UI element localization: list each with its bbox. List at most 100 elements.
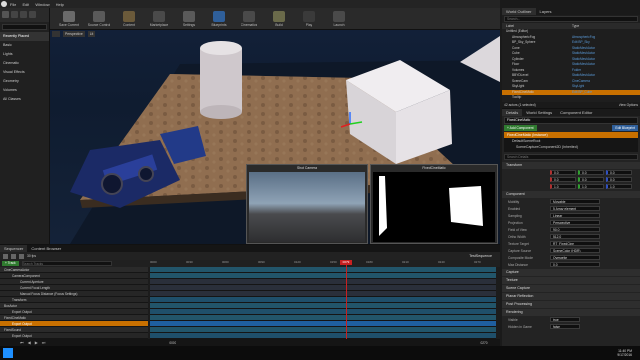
tab-world-outliner[interactable]: World Outliner xyxy=(502,8,536,15)
details-section-header[interactable]: Capture xyxy=(502,269,640,276)
modes-panel: Recently Placed Basic Lights Cinematic Visu… xyxy=(0,8,50,244)
modes-category[interactable]: Cinematic xyxy=(0,59,49,68)
col-type: Type xyxy=(572,24,580,28)
tab-content-browser[interactable]: Content Browser xyxy=(27,245,65,252)
modes-category[interactable]: All Classes xyxy=(0,95,49,104)
property-value[interactable]: true xyxy=(550,317,580,322)
toolbar-button[interactable]: Source Control xyxy=(88,10,110,29)
time-in[interactable]: 0000 xyxy=(169,341,176,345)
left-panel-header[interactable]: Recently Placed xyxy=(0,32,49,41)
property-value[interactable]: Perspective xyxy=(550,220,600,225)
details-section-header[interactable]: Texture xyxy=(502,277,640,284)
menu-window[interactable]: Window xyxy=(35,2,49,7)
property-value[interactable]: Overwrite xyxy=(550,255,600,260)
property-value[interactable]: Linear xyxy=(550,213,600,218)
toolbar-button[interactable]: Marketplace xyxy=(148,10,170,29)
component-item[interactable]: SceneCaptureComponent2D (Inherited) xyxy=(504,144,638,150)
paint-mode-icon[interactable] xyxy=(11,11,18,18)
transform-location-field[interactable]: 0.0 xyxy=(606,170,632,175)
playhead-label[interactable]: 0079 xyxy=(340,260,352,265)
transform-scale-field[interactable]: 1.0 xyxy=(550,184,576,189)
transform-scale-field[interactable]: 1.0 xyxy=(578,184,604,189)
tab-details[interactable]: Details xyxy=(502,109,523,116)
place-mode-icon[interactable] xyxy=(2,11,9,18)
property-value[interactable]: Movable xyxy=(550,199,600,204)
transform-rotation-field[interactable]: 0.0 xyxy=(606,177,632,182)
tab-world-settings[interactable]: World Settings xyxy=(522,109,556,116)
skip-forward-icon[interactable]: ⏭ xyxy=(42,340,46,345)
sequencer-tabs: Sequencer Content Browser xyxy=(0,245,500,252)
skip-back-icon[interactable]: ⏮ xyxy=(20,340,24,345)
tab-component-editor[interactable]: Component Editor xyxy=(556,109,596,116)
property-value[interactable]: false xyxy=(550,324,580,329)
edit-blueprint-button[interactable]: Edit Blueprint xyxy=(612,125,638,131)
step-back-icon[interactable]: ◀ xyxy=(28,340,31,345)
actor-name-field[interactable]: FixedCineMatic xyxy=(504,117,638,124)
toolbar-button-label: Marketplace xyxy=(149,23,169,27)
time-ruler[interactable]: 0000 0030 0060 0090 0120 0150 0180 0210 0240 0270 xyxy=(150,260,496,267)
source-control-icon xyxy=(93,11,105,22)
property-value[interactable]: RT_FixedCine xyxy=(550,241,600,246)
outliner-row-type: Edit BP_Cube xyxy=(572,89,593,94)
menu-help[interactable]: Help xyxy=(56,2,64,7)
modes-category[interactable]: Geometry xyxy=(0,77,49,86)
outliner-row[interactable]: Tooltip xyxy=(502,95,640,101)
toolbar-button[interactable]: Build xyxy=(268,10,290,29)
toolbar-button[interactable]: Blueprints xyxy=(208,10,230,29)
level-viewport[interactable]: Perspective Lit Shot Camera FixedCineMat… xyxy=(50,30,500,244)
transform-location-field[interactable]: 0.0 xyxy=(578,170,604,175)
component-section[interactable]: Component xyxy=(502,191,640,198)
tab-sequencer[interactable]: Sequencer xyxy=(0,245,28,252)
taskbar-clock[interactable]: 11:40 PM 9/17/2016 xyxy=(617,349,640,357)
details-section-header[interactable]: Planar Reflection xyxy=(502,293,640,300)
fps-dropdown[interactable]: 30 fps xyxy=(27,254,36,258)
property-value[interactable]: 5 Array element xyxy=(550,206,600,211)
toolbar-button[interactable]: Content xyxy=(118,10,140,29)
property-value[interactable]: 90.0 xyxy=(550,227,600,232)
snap-icon[interactable] xyxy=(11,253,16,259)
toolbar-button[interactable]: Cinematics xyxy=(238,10,260,29)
add-track-button[interactable]: + Track xyxy=(2,261,19,266)
property-row: Texture Target RT_FixedCine xyxy=(502,240,640,247)
property-value[interactable]: SceneColor (HDR) xyxy=(550,248,600,253)
track-filter[interactable] xyxy=(21,261,112,266)
toolbar-button[interactable]: Launch xyxy=(328,10,350,29)
landscape-mode-icon[interactable] xyxy=(20,11,27,18)
details-section-header[interactable]: Post Processing xyxy=(502,301,640,308)
play-icon[interactable]: ▶ xyxy=(35,340,38,345)
property-value[interactable]: 0.0 xyxy=(550,262,600,267)
modes-category[interactable]: Lights xyxy=(0,50,49,59)
tab-layers[interactable]: Layers xyxy=(536,8,556,15)
save-sequence-icon[interactable] xyxy=(3,253,8,259)
perspective-button[interactable]: Perspective xyxy=(63,31,85,37)
modes-category[interactable]: Volumes xyxy=(0,86,49,95)
details-section-header[interactable]: Scene Capture xyxy=(502,285,640,292)
toolbar-button[interactable]: Play xyxy=(298,10,320,29)
transform-rotation-field[interactable]: 0.0 xyxy=(550,177,576,182)
menu-edit[interactable]: Edit xyxy=(22,2,29,7)
transform-scale-field[interactable]: 1.0 xyxy=(606,184,632,189)
property-row: Projection Perspective xyxy=(502,219,640,226)
camera-lock-icon[interactable] xyxy=(19,253,24,259)
property-value[interactable]: 512.0 xyxy=(550,234,600,239)
details-search[interactable] xyxy=(504,154,638,160)
foliage-mode-icon[interactable] xyxy=(29,11,36,18)
transform-rotation-field[interactable]: 0.0 xyxy=(578,177,604,182)
playhead-line[interactable] xyxy=(346,260,347,340)
transform-section[interactable]: Transform xyxy=(502,162,640,169)
modes-category[interactable]: Visual Effects xyxy=(0,68,49,77)
time-out[interactable]: 0270 xyxy=(480,341,487,345)
toolbar-button[interactable]: Settings xyxy=(178,10,200,29)
modes-search[interactable] xyxy=(2,24,47,30)
toolbar-button-label: Source Control xyxy=(87,23,111,27)
menu-file[interactable]: File xyxy=(10,2,16,7)
start-button-icon[interactable] xyxy=(3,348,13,358)
outliner-search[interactable] xyxy=(504,16,638,22)
toolbar-button[interactable]: Save Current xyxy=(58,10,80,29)
transform-location-field[interactable]: 0.0 xyxy=(550,170,576,175)
view-mode-button[interactable]: Lit xyxy=(87,31,96,37)
add-component-button[interactable]: + Add Component xyxy=(504,125,537,131)
modes-category[interactable]: Basic xyxy=(0,41,49,50)
viewport-options-icon[interactable] xyxy=(52,31,60,37)
details-section-header[interactable]: Rendering xyxy=(502,309,640,316)
